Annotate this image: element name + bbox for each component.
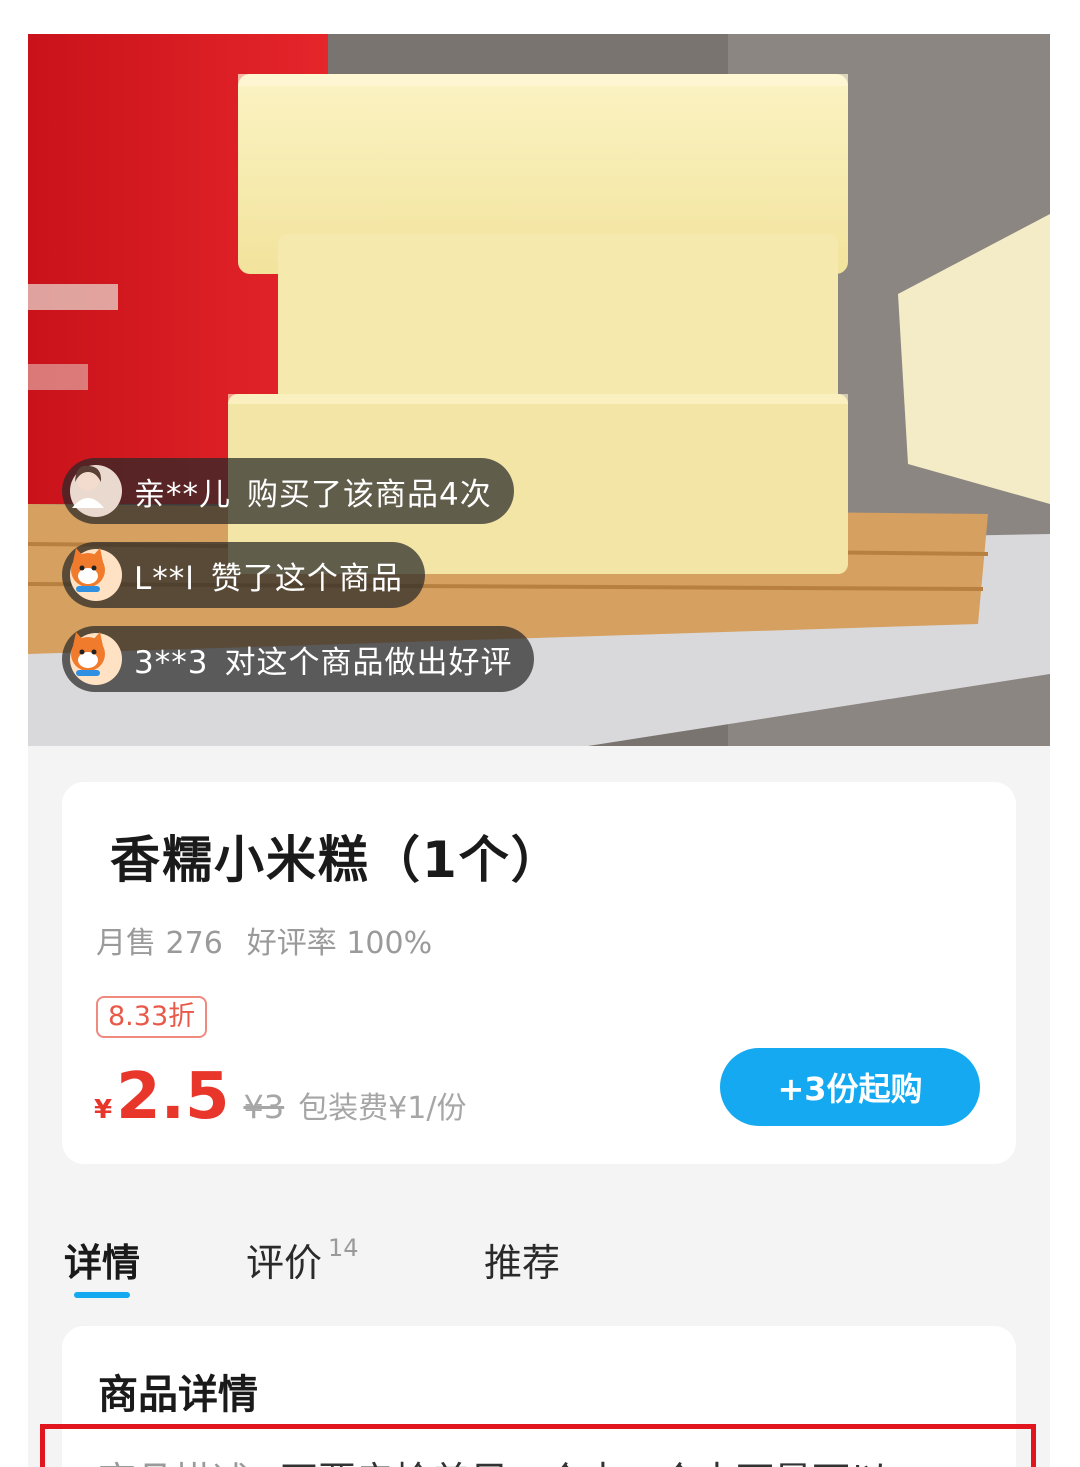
activity-text: 对这个商品做出好评 [224, 644, 513, 681]
price-row: ¥ 2.5 ¥3 包装费¥1/份 [94, 1060, 466, 1134]
highlight-box [40, 1424, 1036, 1467]
product-title: 香糯小米糕（1个） [110, 831, 563, 889]
tab-recommend[interactable]: 推荐 [484, 1232, 560, 1287]
min-purchase-button[interactable]: +3份起购 [720, 1048, 980, 1126]
original-price: ¥3 [243, 1088, 285, 1126]
price: 2.5 [116, 1060, 230, 1134]
activity-user: L**l [134, 560, 195, 597]
review-count: 14 [328, 1234, 359, 1262]
activity-user: 3**3 [134, 644, 209, 681]
tab-reviews[interactable]: 评价 14 [246, 1232, 359, 1287]
active-tab-indicator [74, 1292, 130, 1298]
details-title: 商品详情 [98, 1372, 258, 1418]
detail-tabs: 详情 评价 14 推荐 [28, 1224, 1050, 1304]
product-card: 香糯小米糕（1个） 月售 276 好评率 100% 8.33折 ¥ 2.5 ¥3 … [62, 782, 1016, 1164]
activity-user: 亲**儿 [134, 476, 231, 513]
packaging-fee: 包装费¥1/份 [298, 1091, 467, 1126]
fox-avatar-icon [70, 548, 122, 601]
activity-text: 购买了该商品4次 [247, 476, 492, 513]
app-screen: 亲**儿 购买了该商品4次 L**l 赞了这个商品 3**3 对这个商品做出好评 香糯… [28, 34, 1050, 1467]
product-stats: 月售 276 好评率 100% [96, 918, 432, 962]
product-image[interactable]: 亲**儿 购买了该商品4次 L**l 赞了这个商品 3**3 对这个商品做出好评 [28, 34, 1050, 746]
activity-text: 赞了这个商品 [210, 560, 403, 597]
monthly-sales: 月售 276 [96, 926, 223, 961]
activity-pill: L**l 赞了这个商品 [62, 542, 425, 608]
fox-avatar-icon [70, 632, 122, 685]
tab-details[interactable]: 详情 [64, 1232, 140, 1287]
photo-avatar-icon [70, 465, 122, 517]
rating: 好评率 100% [246, 926, 433, 961]
currency-symbol: ¥ [94, 1095, 113, 1125]
discount-badge: 8.33折 [96, 996, 208, 1038]
activity-pill: 3**3 对这个商品做出好评 [62, 626, 535, 692]
activity-pill: 亲**儿 购买了该商品4次 [62, 458, 514, 524]
